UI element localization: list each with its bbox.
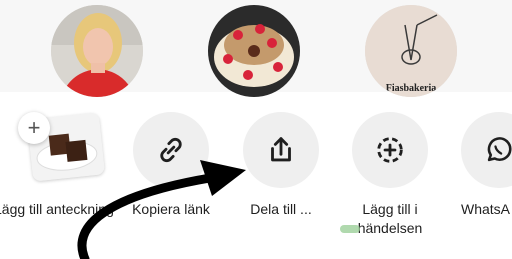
whatsapp-button[interactable] (461, 112, 512, 188)
link-icon (160, 137, 182, 163)
whatsapp-icon (487, 137, 512, 162)
person-avatar[interactable] (51, 5, 143, 97)
whatsapp-label: WhatsA (461, 201, 511, 217)
share-to-label: Dela till ... (250, 201, 312, 217)
svg-text:Fiasbakeria: Fiasbakeria (386, 83, 437, 94)
copy-link-label: Kopiera länk (132, 201, 210, 217)
add-to-story-label-line1: Lägg till i (362, 201, 418, 217)
share-upload-icon (271, 137, 291, 162)
add-to-story-button[interactable] (352, 112, 428, 188)
green-smudge (340, 225, 360, 233)
add-note-plus-icon[interactable]: + (18, 112, 50, 144)
bakery-logo: Fiasbakeria (365, 5, 457, 97)
cake-avatar[interactable] (208, 5, 300, 97)
add-note-label: Lägg till anteckning (0, 201, 114, 217)
bakery-avatar[interactable]: Fiasbakeria (365, 5, 457, 97)
copy-link-button[interactable] (133, 112, 209, 188)
contact-row: Fiasbakeria (0, 0, 512, 97)
share-to-button[interactable] (243, 112, 319, 188)
cake-photo (208, 5, 300, 97)
person-photo (51, 5, 143, 97)
add-to-story-icon (377, 137, 403, 163)
